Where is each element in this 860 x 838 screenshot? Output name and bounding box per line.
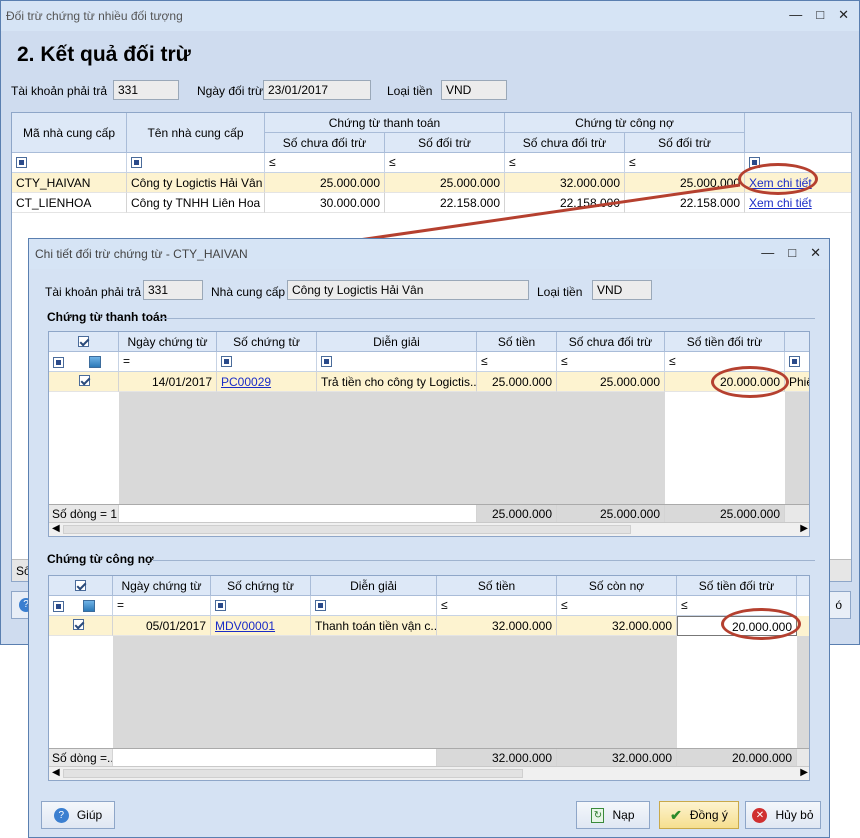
debt-hscroll[interactable]: ◀ ▶: [49, 766, 809, 780]
filter-mode-icon: [89, 356, 102, 368]
scroll-thumb[interactable]: [63, 769, 523, 778]
payment-empty-area: [119, 392, 665, 504]
filter-mode-icon: [83, 600, 96, 612]
check-icon: ✔: [670, 806, 682, 823]
scroll-left-icon[interactable]: ◀: [52, 523, 60, 534]
debt-grid: Ngày chứng từ Số chứng từ Diễn giải Số t…: [48, 575, 810, 781]
col-offset[interactable]: Số tiền đối trừ: [677, 576, 797, 596]
filter-unoffset[interactable]: ≤: [557, 352, 665, 372]
filter-desc[interactable]: [311, 596, 437, 616]
payment-footer: Số dòng = 1 25.000.000 25.000.000 25.000…: [49, 504, 809, 523]
dialog-account-label: Tài khoản phải trả: [45, 285, 142, 299]
maximize-icon[interactable]: □: [788, 245, 796, 261]
select-all-checkbox[interactable]: [75, 580, 86, 591]
highlight-oval: [721, 608, 801, 640]
filter-date[interactable]: =: [113, 596, 211, 616]
debt-section-line: [153, 560, 815, 561]
dialog-supplier-label: Nhà cung cấp: [211, 285, 286, 299]
filter-icon: [215, 600, 226, 611]
col-date[interactable]: Ngày chứng từ: [113, 576, 211, 596]
payment-grid: Ngày chứng từ Số chứng từ Diễn giải Số t…: [48, 331, 810, 537]
scroll-right-icon[interactable]: ▶: [800, 523, 808, 534]
col-remaining[interactable]: Số còn nợ: [557, 576, 677, 596]
filter-extra[interactable]: [785, 352, 809, 372]
filter-voucher[interactable]: [211, 596, 311, 616]
filter-icon: [53, 357, 64, 368]
col-desc[interactable]: Diễn giải: [311, 576, 437, 596]
col-amount[interactable]: Số tiền: [477, 332, 557, 352]
help-icon: ?: [53, 807, 69, 823]
filter-icon: [221, 356, 232, 367]
payment-section-line: [159, 318, 815, 319]
minimize-icon[interactable]: —: [761, 245, 774, 261]
col-check[interactable]: [49, 332, 119, 352]
detail-dialog: Chi tiết đối trừ chứng từ - CTY_HAIVAN —…: [28, 238, 830, 838]
scroll-left-icon[interactable]: ◀: [52, 767, 60, 778]
payment-section-title: Chứng từ thanh toán: [47, 310, 168, 324]
filter-check[interactable]: [49, 596, 113, 616]
select-all-checkbox[interactable]: [78, 336, 89, 347]
col-amount[interactable]: Số tiền: [437, 576, 557, 596]
dialog-titlebar: Chi tiết đối trừ chứng từ - CTY_HAIVAN —…: [29, 239, 829, 269]
refresh-icon: ↻: [591, 807, 605, 823]
filter-voucher[interactable]: [217, 352, 317, 372]
col-voucher[interactable]: Số chứng từ: [211, 576, 311, 596]
filter-icon: [789, 356, 800, 367]
highlight-oval: [711, 366, 789, 398]
dialog-account-field[interactable]: 331: [143, 280, 203, 300]
col-unoffset[interactable]: Số chưa đối trừ: [557, 332, 665, 352]
filter-icon: [53, 601, 64, 612]
filter-amount[interactable]: ≤: [477, 352, 557, 372]
filter-desc[interactable]: [317, 352, 477, 372]
col-check[interactable]: [49, 576, 113, 596]
close-icon[interactable]: ✕: [810, 245, 821, 261]
table-row[interactable]: 05/01/2017 MDV00001 Thanh toán tiền vận …: [49, 616, 809, 636]
voucher-link[interactable]: PC00029: [217, 372, 317, 392]
debt-empty-area: [113, 636, 677, 748]
row-checkbox[interactable]: [73, 619, 84, 630]
help-button[interactable]: ? Giúp: [41, 801, 115, 829]
filter-remaining[interactable]: ≤: [557, 596, 677, 616]
cancel-button[interactable]: ✕ Hủy bỏ: [745, 801, 821, 829]
col-date[interactable]: Ngày chứng từ: [119, 332, 217, 352]
payment-empty-area-right: [785, 392, 809, 504]
table-row[interactable]: 14/01/2017 PC00029 Trả tiền cho công ty …: [49, 372, 809, 392]
dialog-title: Chi tiết đối trừ chứng từ - CTY_HAIVAN: [35, 247, 248, 261]
col-voucher[interactable]: Số chứng từ: [217, 332, 317, 352]
col-extra: [797, 576, 809, 596]
dialog-currency-field[interactable]: VND: [592, 280, 652, 300]
cancel-icon: ✕: [752, 807, 768, 823]
scroll-thumb[interactable]: [63, 525, 631, 534]
col-extra: [785, 332, 809, 352]
filter-date[interactable]: =: [119, 352, 217, 372]
filter-check[interactable]: [49, 352, 119, 372]
debt-section-title: Chứng từ công nợ: [47, 552, 154, 566]
load-button[interactable]: ↻ Nạp: [576, 801, 650, 829]
col-desc[interactable]: Diễn giải: [317, 332, 477, 352]
filter-amount[interactable]: ≤: [437, 596, 557, 616]
filter-icon: [315, 600, 326, 611]
payment-hscroll[interactable]: ◀ ▶: [49, 522, 809, 536]
dialog-supplier-field[interactable]: Công ty Logictis Hải Vân: [287, 280, 529, 300]
debt-footer: Số dòng =... 32.000.000 32.000.000 20.00…: [49, 748, 809, 767]
col-offset[interactable]: Số tiền đối trừ: [665, 332, 785, 352]
filter-icon: [321, 356, 332, 367]
ok-button[interactable]: ✔ Đồng ý: [659, 801, 739, 829]
debt-empty-area-right: [797, 636, 809, 748]
scroll-right-icon[interactable]: ▶: [800, 767, 808, 778]
dialog-currency-label: Loại tiền: [537, 285, 583, 299]
row-checkbox[interactable]: [79, 375, 90, 386]
voucher-link[interactable]: MDV00001: [211, 616, 311, 636]
